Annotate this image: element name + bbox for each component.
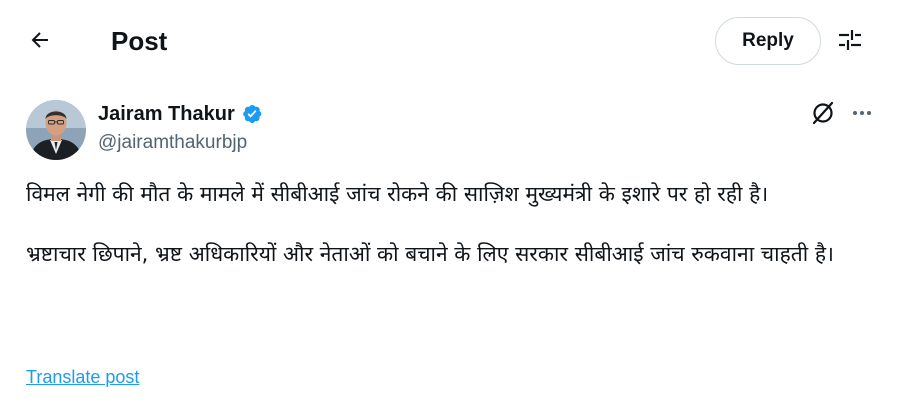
author-name-row: Jairam Thakur <box>98 101 263 127</box>
author-handle[interactable]: @jairamthakurbjp <box>98 132 247 154</box>
more-options-button[interactable] <box>846 100 878 130</box>
post-text: विमल नेगी की मौत के मामले में सीबीआई जां… <box>26 179 874 269</box>
translate-post-link[interactable]: Translate post <box>26 367 139 388</box>
sliders-icon <box>837 27 863 58</box>
avatar[interactable] <box>26 100 86 160</box>
author-display-name[interactable]: Jairam Thakur <box>98 103 235 126</box>
verified-badge-icon[interactable] <box>241 103 263 125</box>
grok-icon <box>810 100 836 131</box>
arrow-left-icon <box>28 28 52 57</box>
more-horizontal-icon <box>850 101 874 130</box>
grok-button[interactable] <box>808 100 838 130</box>
settings-button[interactable] <box>830 22 870 62</box>
post-paragraph-2: भ्रष्टाचार छिपाने, भ्रष्ट अधिकारियों और … <box>26 242 834 266</box>
page-title: Post <box>111 26 168 56</box>
back-button[interactable] <box>20 22 60 62</box>
post-paragraph-1: विमल नेगी की मौत के मामले में सीबीआई जां… <box>26 182 769 206</box>
reply-button[interactable]: Reply <box>715 17 821 65</box>
post-header: Post Reply <box>0 0 899 84</box>
